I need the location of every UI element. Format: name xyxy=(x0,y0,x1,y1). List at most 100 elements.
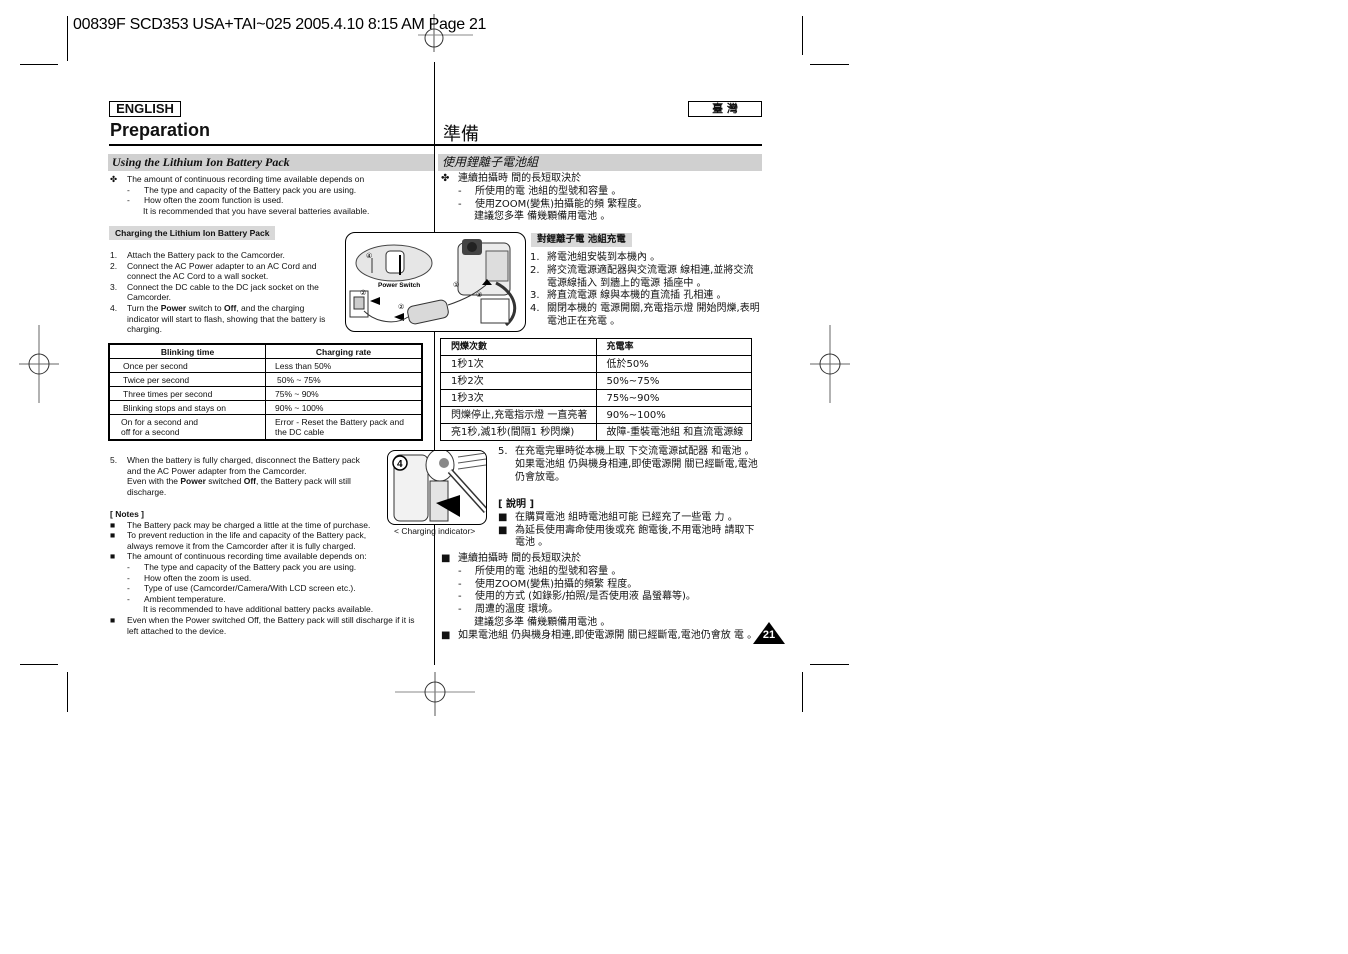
step-bold: Power xyxy=(160,302,187,313)
table-row: Blinking stops and stays on 90% ~ 100% xyxy=(108,400,423,415)
table-cell: 75% ~ 90% xyxy=(265,386,423,401)
table-row: 1秒1次 低於50% xyxy=(440,355,752,373)
note-text: It is recommended to have additional bat… xyxy=(143,604,374,615)
step-text: 電源線插入 到牆上的電源 插座中 。 xyxy=(547,277,707,289)
marker-2a: ② xyxy=(360,289,366,297)
note-text: 為延長使用壽命使用後或充 飽電後,不用電池時 請取下 xyxy=(515,524,755,536)
table-cell: 故障-重裝電池組 和直流電源線 xyxy=(595,423,752,441)
table-cell: Blinking stops and stays on xyxy=(108,400,266,415)
marker-2b: ② xyxy=(398,303,404,311)
intro-tail: It is recommended that you have several … xyxy=(143,205,370,216)
step-text: 將交流電源適配器與交流電源 線相連,並將交流 xyxy=(547,264,754,276)
table-cell: 75%~90% xyxy=(595,389,752,407)
step-bold: Off xyxy=(243,476,256,487)
table-row: Three times per second 75% ~ 90% xyxy=(108,386,423,401)
power-switch-label: Power Switch xyxy=(378,282,420,289)
table-header-row: 閃爍次數 充電率 xyxy=(440,338,752,356)
table-cell: 1秒2次 xyxy=(440,372,597,390)
step-4-marker: 4 xyxy=(397,459,403,470)
crop-mark xyxy=(67,16,68,61)
step-text: , the Battery pack will still xyxy=(255,476,351,487)
table-cell: 1秒3次 xyxy=(440,389,597,407)
table-cell: 90% ~ 100% xyxy=(265,400,423,415)
subsection-title-zh: 對鋰離子電 池組充電 xyxy=(531,233,632,247)
table-cell: Twice per second xyxy=(108,372,266,387)
cross-bullet-icon: ✤ xyxy=(110,174,118,184)
step-5-zh: 5. 在充電完畢時從本機上取 下交流電源試配器 和電池 。 如果電池組 仍與機身相… xyxy=(498,446,758,484)
note-sub-item: 使用ZOOM(變焦)拍攝的頻繁 程度。 xyxy=(475,578,638,590)
note-sub-item: Type of use (Camcorder/Camera/With LCD s… xyxy=(144,583,356,594)
step-number: 1. xyxy=(530,252,540,263)
table-cell: Once per second xyxy=(108,358,266,373)
step-text: switched xyxy=(205,476,244,487)
dash-icon: - xyxy=(458,578,462,590)
note-text: 建議您多準 備幾顆備用電池 。 xyxy=(474,616,611,628)
square-bullet-icon: ■ xyxy=(441,553,451,564)
dash-icon: - xyxy=(127,572,130,583)
crop-mark xyxy=(67,672,68,712)
table-row: 1秒3次 75%~90% xyxy=(440,389,752,407)
square-bullet-icon: ■ xyxy=(110,614,116,625)
table-cell: 1秒1次 xyxy=(440,355,597,373)
note-text: always remove it from the Camcorder afte… xyxy=(127,540,356,551)
step-5: 5. When the battery is fully charged, dis… xyxy=(110,455,360,497)
intro-tail: 建議您多準 備幾顆備用電池 。 xyxy=(474,211,611,223)
dash-icon: - xyxy=(127,184,130,195)
language-label-english: ENGLISH xyxy=(109,101,181,117)
table-cell: On for a second and off for a second xyxy=(108,414,266,441)
step-text: 仍會放電。 xyxy=(515,471,565,483)
note-sub-item: 使用的方式 (如錄影/拍照/是否使用液 晶螢幕等)。 xyxy=(475,591,696,603)
step-number: 2. xyxy=(530,264,540,276)
table-row: Twice per second 50% ~ 75% xyxy=(108,372,423,387)
note-text: 電池 。 xyxy=(515,537,549,549)
table-cell: Less than 50% xyxy=(265,358,423,373)
table-cell: 閃爍停止,充電指示燈 一直亮著 xyxy=(440,406,597,424)
step-number: 3. xyxy=(530,290,540,302)
section-title-zh: 使用鋰離子電池組 xyxy=(438,154,762,171)
page-title-zh: 準備 xyxy=(443,124,479,145)
step-text: charging. xyxy=(127,324,162,335)
step-text: discharge. xyxy=(127,486,167,497)
page-title: Preparation xyxy=(110,120,211,140)
step-number: 4. xyxy=(110,302,118,313)
step-text: When the battery is fully charged, disco… xyxy=(127,455,360,465)
note-sub-item: The type and capacity of the Battery pac… xyxy=(144,561,357,572)
note-sub-item: Ambient temperature. xyxy=(144,593,226,604)
dash-icon: - xyxy=(127,593,130,604)
note-text: The amount of continuous recording time … xyxy=(127,551,367,562)
note-sub-item: 周遭的溫度 環境。 xyxy=(475,604,559,616)
step-text: 將電池組安裝到本機內 。 xyxy=(547,252,661,263)
crop-mark xyxy=(802,16,803,55)
intro-text: The amount of continuous recording time … xyxy=(127,174,365,184)
table-cell: 50%~75% xyxy=(595,372,752,390)
intro-block-zh: ✤ 連續拍攝時 間的長短取決於 - 所使用的電 池組的型號和容量 。 - 使用ZOOM… xyxy=(441,173,647,224)
crop-mark xyxy=(802,672,803,712)
table-cell: Three times per second xyxy=(108,386,266,401)
table-header: 充電率 xyxy=(595,338,752,356)
dash-icon: - xyxy=(458,591,462,603)
note-text: 在購買電池 組時電池組可能 已經充了一些電 力 。 xyxy=(515,511,738,523)
section-title: Using the Lithium Ion Battery Pack xyxy=(108,154,434,171)
note-sub-item: How often the zoom is used. xyxy=(144,572,252,583)
step-text: 將直流電源 線與本機的直流插 孔相連 。 xyxy=(547,290,727,302)
cross-bullet-icon: ✤ xyxy=(441,173,450,184)
table-row: Once per second Less than 50% xyxy=(108,358,423,373)
table-cell: 50% ~ 75% xyxy=(265,372,423,387)
notes-block-zh-2: ■ 連續拍攝時 間的長短取決於 - 所使用的電 池組的型號和容量 。 - 使用ZOOM… xyxy=(441,553,757,643)
square-bullet-icon: ■ xyxy=(110,519,116,530)
table-row: On for a second and off for a second Erro… xyxy=(108,414,423,441)
step-text: and the AC Power adapter from the Camcor… xyxy=(127,465,307,476)
page-number-badge: 21 xyxy=(753,622,785,644)
table-cell: 亮1秒,滅1秒(間隔1 秒閃爍) xyxy=(440,423,597,441)
registration-mark-icon xyxy=(395,672,475,716)
charging-steps-zh: 1. 將電池組安裝到本機內 。 2. 將交流電源適配器與交流電源 線相連,並將交流 … xyxy=(530,252,760,329)
square-bullet-icon: ■ xyxy=(498,524,508,536)
square-bullet-icon: ■ xyxy=(110,530,116,541)
charging-indicator-diagram: 4 xyxy=(392,451,486,522)
square-bullet-icon: ■ xyxy=(441,629,451,641)
charging-rate-table: Blinking time Charging rate Once per sec… xyxy=(108,343,423,441)
intro-item: 所使用的電 池組的型號和容量 。 xyxy=(475,185,622,197)
step-text: Camcorder. xyxy=(127,292,171,303)
step-number: 2. xyxy=(110,260,118,271)
step-text: 在充電完畢時從本機上取 下交流電源試配器 和電池 。 xyxy=(515,446,755,457)
